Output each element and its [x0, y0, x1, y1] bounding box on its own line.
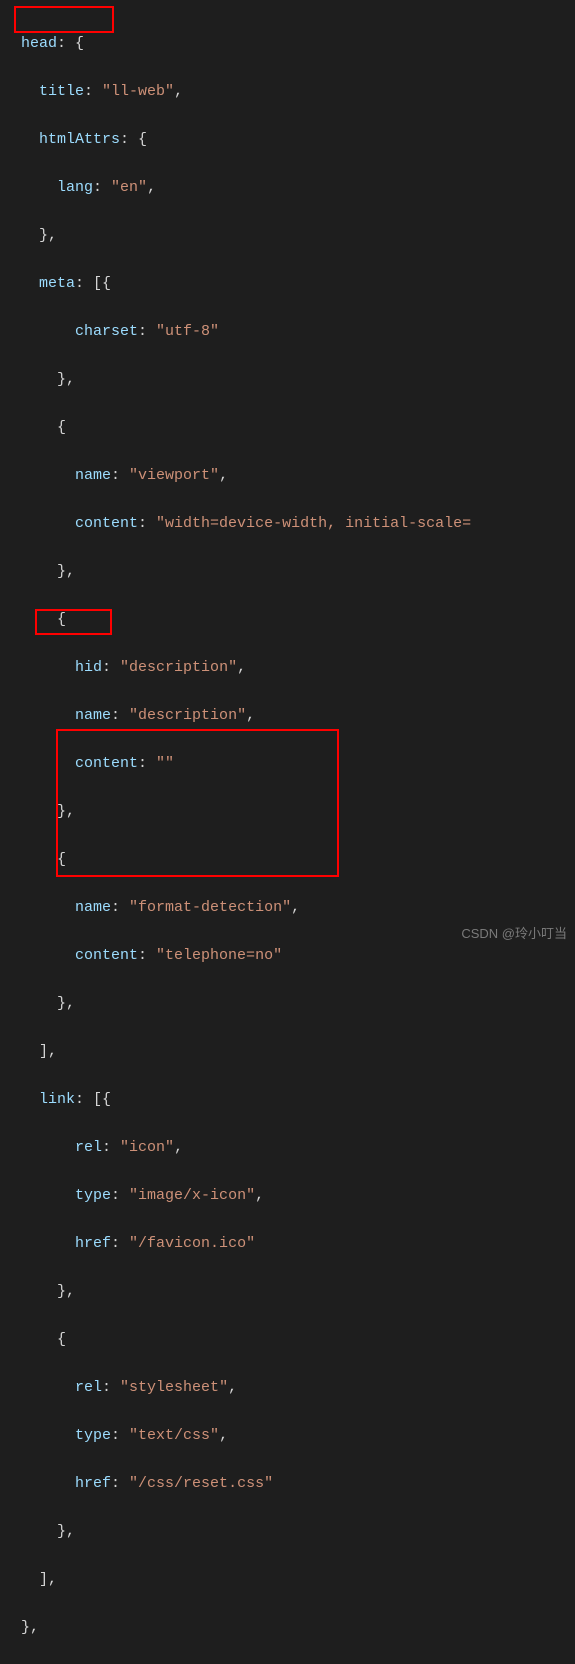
code-line: }, [12, 800, 575, 824]
code-line: hid: "description", [12, 656, 575, 680]
code-line: }, [12, 1520, 575, 1544]
code-line: content: "" [12, 752, 575, 776]
code-line: href: "/favicon.ico" [12, 1232, 575, 1256]
code-line: htmlAttrs: { [12, 128, 575, 152]
code-line: title: "ll-web", [12, 80, 575, 104]
code-line: }, [12, 1616, 575, 1640]
code-line: ], [12, 1568, 575, 1592]
code-line: type: "text/css", [12, 1424, 575, 1448]
watermark-text: CSDN @玲小叮当 [461, 924, 567, 945]
code-line: content: "width=device-width, initial-sc… [12, 512, 575, 536]
code-line: { [12, 608, 575, 632]
code-line: link: [{ [12, 1088, 575, 1112]
code-line: }, [12, 224, 575, 248]
code-line: name: "description", [12, 704, 575, 728]
code-line: lang: "en", [12, 176, 575, 200]
code-line: content: "telephone=no" [12, 944, 575, 968]
code-line: rel: "icon", [12, 1136, 575, 1160]
code-line: href: "/css/reset.css" [12, 1472, 575, 1496]
code-line: name: "viewport", [12, 464, 575, 488]
code-editor[interactable]: head: { title: "ll-web", htmlAttrs: { la… [0, 8, 575, 1664]
code-line: }, [12, 368, 575, 392]
code-line: }, [12, 560, 575, 584]
code-line: head: { [12, 32, 575, 56]
code-line: }, [12, 992, 575, 1016]
code-line: type: "image/x-icon", [12, 1184, 575, 1208]
code-line: { [12, 416, 575, 440]
code-line: { [12, 848, 575, 872]
code-line: }, [12, 1280, 575, 1304]
code-line: rel: "stylesheet", [12, 1376, 575, 1400]
code-line: ], [12, 1040, 575, 1064]
code-line: charset: "utf-8" [12, 320, 575, 344]
code-line: name: "format-detection", [12, 896, 575, 920]
code-line: { [12, 1328, 575, 1352]
code-line: meta: [{ [12, 272, 575, 296]
